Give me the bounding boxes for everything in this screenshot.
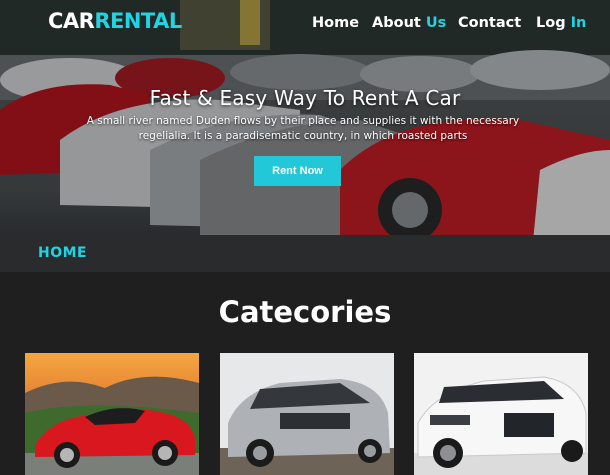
nav-about-label: About [372, 15, 421, 31]
logo-text-car: CAR [48, 9, 95, 33]
logo-text-rental: RENTAL [94, 9, 182, 33]
category-card-silver-suv[interactable] [220, 353, 394, 475]
nav-link-home[interactable]: Home [312, 15, 359, 31]
site-logo[interactable]: CARRENTAL [48, 9, 182, 33]
nav-link-contact[interactable]: Contact [458, 15, 521, 31]
category-card-red-roadster[interactable] [25, 353, 199, 475]
silver-suv-photo [220, 353, 394, 475]
nav-link-about-us[interactable]: About Us [372, 15, 446, 31]
category-card-white-sedan[interactable] [414, 353, 588, 475]
hero-subtitle: A small river named Duden flows by their… [86, 115, 520, 142]
nav-contact-label: Contact [458, 15, 522, 31]
nav-home-label: Home [312, 15, 360, 31]
rent-now-button[interactable]: Rent Now [254, 156, 341, 186]
hero-banner: CARRENTAL Home About Us Contact Log In F… [0, 0, 610, 272]
categories-title: Catecories [218, 295, 392, 329]
white-sedan-photo [414, 353, 588, 475]
nav-log-highlight: In [570, 15, 587, 31]
nav-link-log-in[interactable]: Log In [536, 15, 586, 31]
nav-log-label: Log [536, 15, 566, 31]
hero-title: Fast & Easy Way To Rent A Car [149, 86, 461, 110]
top-navigation-bar: CARRENTAL Home About Us Contact Log In [0, 0, 610, 48]
nav-about-highlight: Us [425, 15, 447, 31]
red-roadster-photo [25, 353, 199, 475]
breadcrumb-home[interactable]: HOME [38, 245, 87, 261]
